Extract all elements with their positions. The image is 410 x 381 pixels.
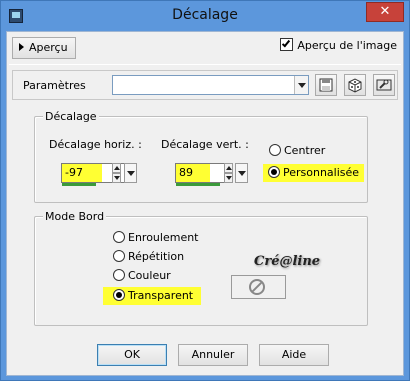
no-color-icon (249, 279, 265, 295)
ok-button[interactable]: OK (97, 344, 167, 366)
radio-centrer[interactable]: Centrer (269, 143, 325, 161)
expand-arrow-icon (19, 43, 24, 51)
arrow-up-icon[interactable] (112, 163, 121, 173)
separator (9, 64, 401, 65)
creline-watermark: Cré@line (254, 254, 321, 269)
radio-centrer-indicator[interactable] (269, 144, 281, 156)
title-bar[interactable]: Décalage ✕ (1, 1, 409, 31)
horiz-offset-dropdown[interactable] (124, 163, 137, 183)
radio-couleur-indicator[interactable] (113, 269, 125, 281)
radio-personnalisee-indicator[interactable] (268, 166, 280, 178)
radio-couleur-label: Couleur (128, 269, 171, 282)
decalage-group: Décalage Décalage horiz. : -97 Décalage … (34, 110, 368, 203)
color-swatch[interactable] (231, 275, 286, 299)
radio-couleur[interactable]: Couleur (113, 268, 171, 286)
horiz-offset-label: Décalage horiz. : (49, 138, 142, 151)
cancel-button[interactable]: Annuler (178, 344, 248, 366)
close-button[interactable]: ✕ (366, 2, 404, 22)
mode-bord-group-title: Mode Bord (43, 210, 107, 223)
radio-enroulement-label: Enroulement (128, 231, 199, 244)
radio-repetition-indicator[interactable] (113, 250, 125, 262)
radio-transparent-indicator[interactable] (113, 289, 125, 301)
mode-bord-group: Mode Bord Enroulement Répétition Couleur… (34, 210, 368, 326)
radio-personnalisee-label: Personnalisée (283, 166, 360, 179)
apercu-image-checkbox[interactable] (280, 38, 294, 51)
dialog-body: Aperçu Aperçu de l'image Paramètres Déca… (6, 31, 404, 376)
radio-enroulement[interactable]: Enroulement (113, 230, 199, 248)
horiz-offset-slider-bar[interactable] (62, 183, 96, 186)
apercu-toggle-button[interactable]: Aperçu (12, 37, 76, 59)
horiz-offset-value: -97 (62, 164, 102, 182)
window-title: Décalage (172, 7, 238, 23)
horiz-offset-spinner[interactable] (112, 163, 121, 183)
reset-preset-button[interactable] (373, 74, 395, 96)
vert-offset-slider-bar[interactable] (176, 183, 220, 186)
arrow-down-icon[interactable] (224, 173, 233, 183)
radio-repetition-label: Répétition (128, 250, 185, 263)
radio-personnalisee[interactable]: Personnalisée (263, 164, 365, 182)
apercu-label: Aperçu (29, 41, 68, 54)
radio-repetition[interactable]: Répétition (113, 249, 184, 267)
arrow-down-icon[interactable] (112, 173, 121, 183)
presets-panel: Paramètres (12, 70, 398, 100)
chevron-down-icon[interactable] (294, 76, 308, 94)
vert-offset-value: 89 (176, 164, 210, 182)
reset-tools-icon (376, 79, 392, 91)
apercu-image-label: Aperçu de l'image (297, 39, 397, 52)
decalage-group-title: Décalage (43, 110, 99, 123)
vert-offset-dropdown[interactable] (235, 163, 248, 183)
radio-transparent[interactable]: Transparent (103, 287, 202, 305)
radio-transparent-label: Transparent (128, 289, 194, 302)
vert-offset-spinner[interactable] (224, 163, 233, 183)
floppy-disk-icon (319, 78, 333, 92)
save-preset-button[interactable] (315, 74, 337, 96)
help-button[interactable]: Aide (259, 344, 329, 366)
vert-offset-input[interactable]: 89 (175, 163, 225, 186)
checkmark-icon (282, 38, 291, 48)
radio-enroulement-indicator[interactable] (113, 231, 125, 243)
params-label: Paramètres (23, 79, 86, 92)
dialog-window: Décalage ✕ Aperçu Aperçu de l'image Para… (0, 0, 410, 381)
radio-centrer-label: Centrer (284, 144, 326, 157)
preset-combobox[interactable] (112, 75, 309, 95)
dice-icon (348, 78, 362, 93)
random-preset-button[interactable] (344, 74, 366, 96)
apercu-image-checkbox-row[interactable]: Aperçu de l'image (280, 38, 397, 54)
vert-offset-label: Décalage vert. : (161, 138, 249, 151)
arrow-up-icon[interactable] (224, 163, 233, 173)
